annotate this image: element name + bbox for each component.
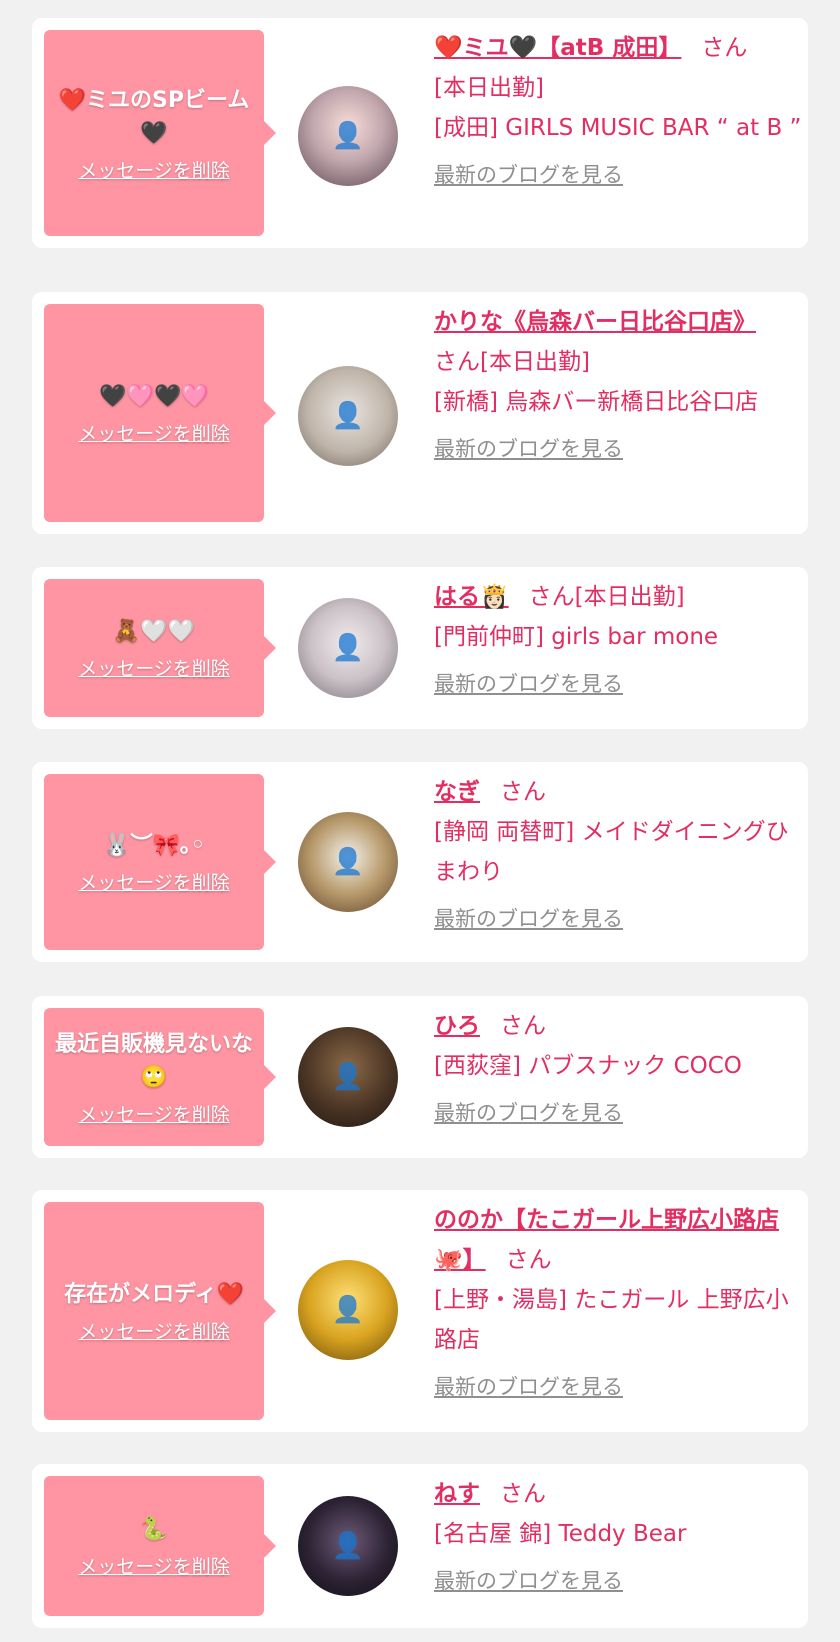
profile-name-link[interactable]: ののか【たこガール上野広小路店🐙】 — [434, 1207, 779, 1273]
profile-info: ひろ さん [西荻窪] パブスナック COCO 最新のブログを見る — [434, 1006, 802, 1130]
favorite-card: 存在がメロディ❤️ メッセージを削除 👤 ののか【たこガール上野広小路店🐙】 さん… — [32, 1190, 808, 1432]
delete-message-link[interactable]: メッセージを削除 — [78, 419, 230, 446]
latest-blog-link[interactable]: 最新のブログを見る — [434, 667, 623, 701]
honorific: さん — [500, 1481, 546, 1507]
message-text: 🐍 — [140, 1517, 168, 1542]
delete-message-link[interactable]: メッセージを削除 — [78, 1100, 230, 1127]
shop-location: [門前仲町] girls bar mone — [434, 624, 719, 650]
shop-location: [静岡 両替町] メイドダイニングひまわり — [434, 819, 789, 885]
latest-blog-link[interactable]: 最新のブログを見る — [434, 158, 623, 192]
message-text: ❤️ミユのSPビーム🖤 — [58, 87, 250, 146]
shop-location: [名古屋 錦] Teddy Bear — [434, 1521, 687, 1547]
shop-location: [新橋] 烏森バー新橋日比谷口店 — [434, 389, 759, 415]
delete-message-link[interactable]: メッセージを削除 — [78, 654, 230, 681]
message-bubble: 存在がメロディ❤️ メッセージを削除 — [44, 1202, 276, 1420]
profile-info: かりな《烏森バー日比谷口店》 さん[本日出勤] [新橋] 烏森バー新橋日比谷口店… — [434, 302, 802, 466]
avatar[interactable]: 👤 — [298, 1027, 398, 1127]
message-bubble: 🐰︶🎀｡◦ メッセージを削除 — [44, 774, 276, 950]
favorite-card: 🧸🤍🤍 メッセージを削除 👤 はる👸🏻 さん[本日出勤] [門前仲町] girls… — [32, 567, 808, 729]
message-text: 存在がメロディ❤️ — [64, 1282, 244, 1307]
message-bubble: 🖤🩷🖤🩷 メッセージを削除 — [44, 304, 276, 522]
favorites-list: ❤️ミユのSPビーム🖤 メッセージを削除 👤 ❤️ミユ🖤【atB 成田】 さん [… — [0, 0, 840, 1642]
shop-location: [西荻窪] パブスナック COCO — [434, 1053, 742, 1079]
profile-name-link[interactable]: なぎ — [434, 779, 480, 805]
work-status: [本日出勤] — [574, 584, 685, 610]
delete-message-link[interactable]: メッセージを削除 — [78, 868, 230, 895]
honorific: さん — [701, 35, 748, 61]
message-text: 🐰︶🎀｡◦ — [103, 833, 205, 858]
work-status: [本日出勤] — [480, 349, 590, 375]
honorific: さん — [500, 1013, 546, 1039]
message-text: 最近自販機見ないな🙄 — [54, 1031, 253, 1090]
profile-info: なぎ さん [静岡 両替町] メイドダイニングひまわり 最新のブログを見る — [434, 772, 802, 936]
profile-info: ののか【たこガール上野広小路店🐙】 さん [上野・湯島] たこガール 上野広小路店… — [434, 1200, 802, 1404]
delete-message-link[interactable]: メッセージを削除 — [78, 1552, 230, 1579]
profile-name-link[interactable]: はる👸🏻 — [434, 584, 509, 610]
profile-info: はる👸🏻 さん[本日出勤] [門前仲町] girls bar mone 最新のブロ… — [434, 577, 802, 701]
profile-info: ねす さん [名古屋 錦] Teddy Bear 最新のブログを見る — [434, 1474, 802, 1598]
honorific: さん — [500, 779, 546, 805]
latest-blog-link[interactable]: 最新のブログを見る — [434, 902, 623, 936]
message-bubble: ❤️ミユのSPビーム🖤 メッセージを削除 — [44, 30, 276, 236]
profile-info: ❤️ミユ🖤【atB 成田】 さん [本日出勤] [成田] GIRLS MUSIC … — [434, 28, 802, 192]
avatar[interactable]: 👤 — [298, 812, 398, 912]
shop-location: [成田] GIRLS MUSIC BAR “ at B ” — [434, 115, 802, 141]
profile-name-link[interactable]: ❤️ミユ🖤【atB 成田】 — [434, 35, 681, 61]
latest-blog-link[interactable]: 最新のブログを見る — [434, 1096, 623, 1130]
avatar[interactable]: 👤 — [298, 1496, 398, 1596]
delete-message-link[interactable]: メッセージを削除 — [78, 1317, 230, 1344]
favorite-card: ❤️ミユのSPビーム🖤 メッセージを削除 👤 ❤️ミユ🖤【atB 成田】 さん [… — [32, 18, 808, 248]
avatar[interactable]: 👤 — [298, 366, 398, 466]
honorific: さん — [505, 1247, 552, 1273]
shop-location: [上野・湯島] たこガール 上野広小路店 — [434, 1287, 789, 1353]
avatar[interactable]: 👤 — [298, 86, 398, 186]
message-bubble: 🧸🤍🤍 メッセージを削除 — [44, 579, 276, 717]
honorific: さん — [434, 349, 480, 375]
latest-blog-link[interactable]: 最新のブログを見る — [434, 1564, 623, 1598]
profile-name-link[interactable]: ひろ — [434, 1013, 480, 1039]
message-text: 🖤🩷🖤🩷 — [99, 384, 209, 409]
message-bubble: 最近自販機見ないな🙄 メッセージを削除 — [44, 1008, 276, 1146]
message-bubble: 🐍 メッセージを削除 — [44, 1476, 276, 1616]
favorite-card: 🐍 メッセージを削除 👤 ねす さん [名古屋 錦] Teddy Bear 最新の… — [32, 1464, 808, 1628]
favorite-card: 最近自販機見ないな🙄 メッセージを削除 👤 ひろ さん [西荻窪] パブスナック … — [32, 996, 808, 1158]
latest-blog-link[interactable]: 最新のブログを見る — [434, 432, 623, 466]
work-status: [本日出勤] — [434, 75, 544, 101]
favorite-card: 🖤🩷🖤🩷 メッセージを削除 👤 かりな《烏森バー日比谷口店》 さん[本日出勤] … — [32, 292, 808, 534]
profile-name-link[interactable]: ねす — [434, 1481, 480, 1507]
favorite-card: 🐰︶🎀｡◦ メッセージを削除 👤 なぎ さん [静岡 両替町] メイドダイニングひ… — [32, 762, 808, 962]
avatar[interactable]: 👤 — [298, 1260, 398, 1360]
delete-message-link[interactable]: メッセージを削除 — [78, 156, 230, 183]
latest-blog-link[interactable]: 最新のブログを見る — [434, 1370, 623, 1404]
profile-name-link[interactable]: かりな《烏森バー日比谷口店》 — [434, 309, 756, 335]
message-text: 🧸🤍🤍 — [112, 619, 196, 644]
avatar[interactable]: 👤 — [298, 598, 398, 698]
honorific: さん — [528, 584, 575, 610]
